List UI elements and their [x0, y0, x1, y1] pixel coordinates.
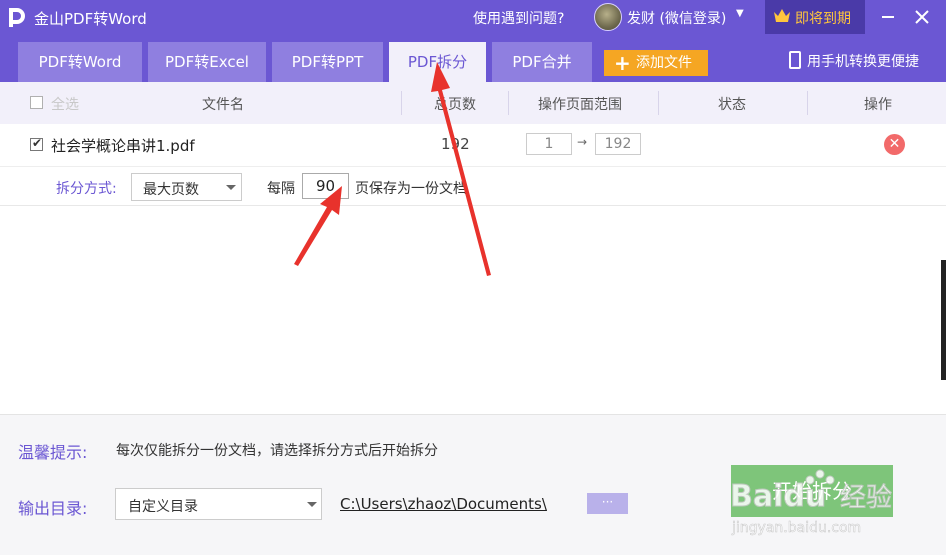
arrow-right-icon: →	[577, 135, 588, 149]
mobile-convert-link[interactable]: 用手机转换更便捷	[807, 51, 919, 71]
column-header-total-pages: 总页数	[434, 97, 476, 113]
output-dir-label: 输出目录:	[18, 499, 88, 518]
select-all-checkbox[interactable]	[30, 96, 43, 109]
vip-button[interactable]: 即将到期	[765, 0, 865, 34]
chevron-down-icon[interactable]: ▼	[736, 8, 744, 19]
crown-icon	[774, 9, 790, 22]
output-dir-select[interactable]: 自定义目录	[115, 488, 322, 520]
delete-button[interactable]: ✕	[884, 134, 905, 155]
column-divider	[658, 91, 659, 115]
browse-button[interactable]: ···	[587, 493, 628, 514]
tab-bar: PDF转Word PDF转Excel PDF转PPT PDF拆分 PDF合并 +…	[0, 34, 946, 82]
table-header: 全选 文件名 总页数 操作页面范围 状态 操作	[0, 82, 946, 124]
column-header-filename: 文件名	[202, 97, 244, 113]
column-divider	[401, 91, 402, 115]
tab-pdf-to-excel[interactable]: PDF转Excel	[148, 42, 266, 82]
close-icon[interactable]	[912, 7, 932, 27]
every-label: 每隔	[267, 181, 295, 197]
save-as-doc-label: 页保存为一份文档	[355, 181, 467, 197]
range-from-input[interactable]: 1	[526, 133, 572, 155]
vip-label: 即将到期	[795, 11, 851, 27]
add-file-button[interactable]: + 添加文件	[604, 50, 708, 76]
help-link[interactable]: 使用遇到问题?	[473, 8, 564, 28]
chevron-down-icon	[307, 502, 317, 507]
tab-pdf-to-word[interactable]: PDF转Word	[18, 42, 142, 82]
check-icon: ✔	[32, 136, 43, 150]
column-header-range: 操作页面范围	[538, 97, 622, 113]
phone-icon[interactable]	[789, 51, 801, 69]
tab-pdf-merge[interactable]: PDF合并	[492, 42, 592, 82]
start-split-button[interactable]: 开始拆分	[731, 465, 893, 517]
row-checkbox[interactable]: ✔	[30, 136, 43, 151]
split-options: 拆分方式: 最大页数 每隔 90 页保存为一份文档	[0, 166, 946, 206]
column-header-action: 操作	[864, 97, 892, 113]
pages-per-file-input[interactable]: 90	[302, 173, 349, 199]
output-path-link[interactable]: C:\Users\zhaoz\Documents\	[340, 495, 547, 513]
column-divider	[807, 91, 808, 115]
app-title: 金山PDF转Word	[34, 10, 147, 28]
column-header-status: 状态	[718, 97, 746, 113]
total-pages: 192	[441, 135, 470, 153]
chevron-down-icon	[226, 185, 236, 190]
file-name: 社会学概论串讲1.pdf	[51, 137, 195, 155]
tip-text: 每次仅能拆分一份文档，请选择拆分方式后开始拆分	[116, 443, 438, 459]
split-mode-label: 拆分方式:	[56, 181, 117, 197]
split-mode-value: 最大页数	[143, 182, 199, 198]
range-to-input[interactable]: 192	[595, 133, 641, 155]
window-edge	[941, 260, 946, 380]
column-divider	[508, 91, 509, 115]
select-all-label[interactable]: 全选	[51, 94, 79, 114]
tip-label: 温馨提示:	[18, 443, 88, 462]
table-row[interactable]: ✔ 社会学概论串讲1.pdf 192 1 → 192 ✕	[0, 124, 946, 166]
plus-icon: +	[614, 51, 631, 75]
tab-pdf-to-ppt[interactable]: PDF转PPT	[272, 42, 383, 82]
tab-pdf-split[interactable]: PDF拆分	[389, 42, 486, 82]
footer-panel: 温馨提示: 每次仅能拆分一份文档，请选择拆分方式后开始拆分 输出目录: 自定义目…	[0, 414, 946, 555]
add-file-label: 添加文件	[636, 55, 692, 71]
user-name[interactable]: 发财 (微信登录)	[627, 8, 726, 28]
split-mode-select[interactable]: 最大页数	[131, 173, 242, 201]
output-dir-mode: 自定义目录	[128, 499, 198, 515]
title-bar: 金山PDF转Word 使用遇到问题? 发财 (微信登录) ▼ 即将到期	[0, 0, 946, 34]
app-logo-icon	[9, 8, 25, 27]
avatar[interactable]	[594, 3, 622, 31]
minimize-icon[interactable]	[882, 16, 894, 18]
